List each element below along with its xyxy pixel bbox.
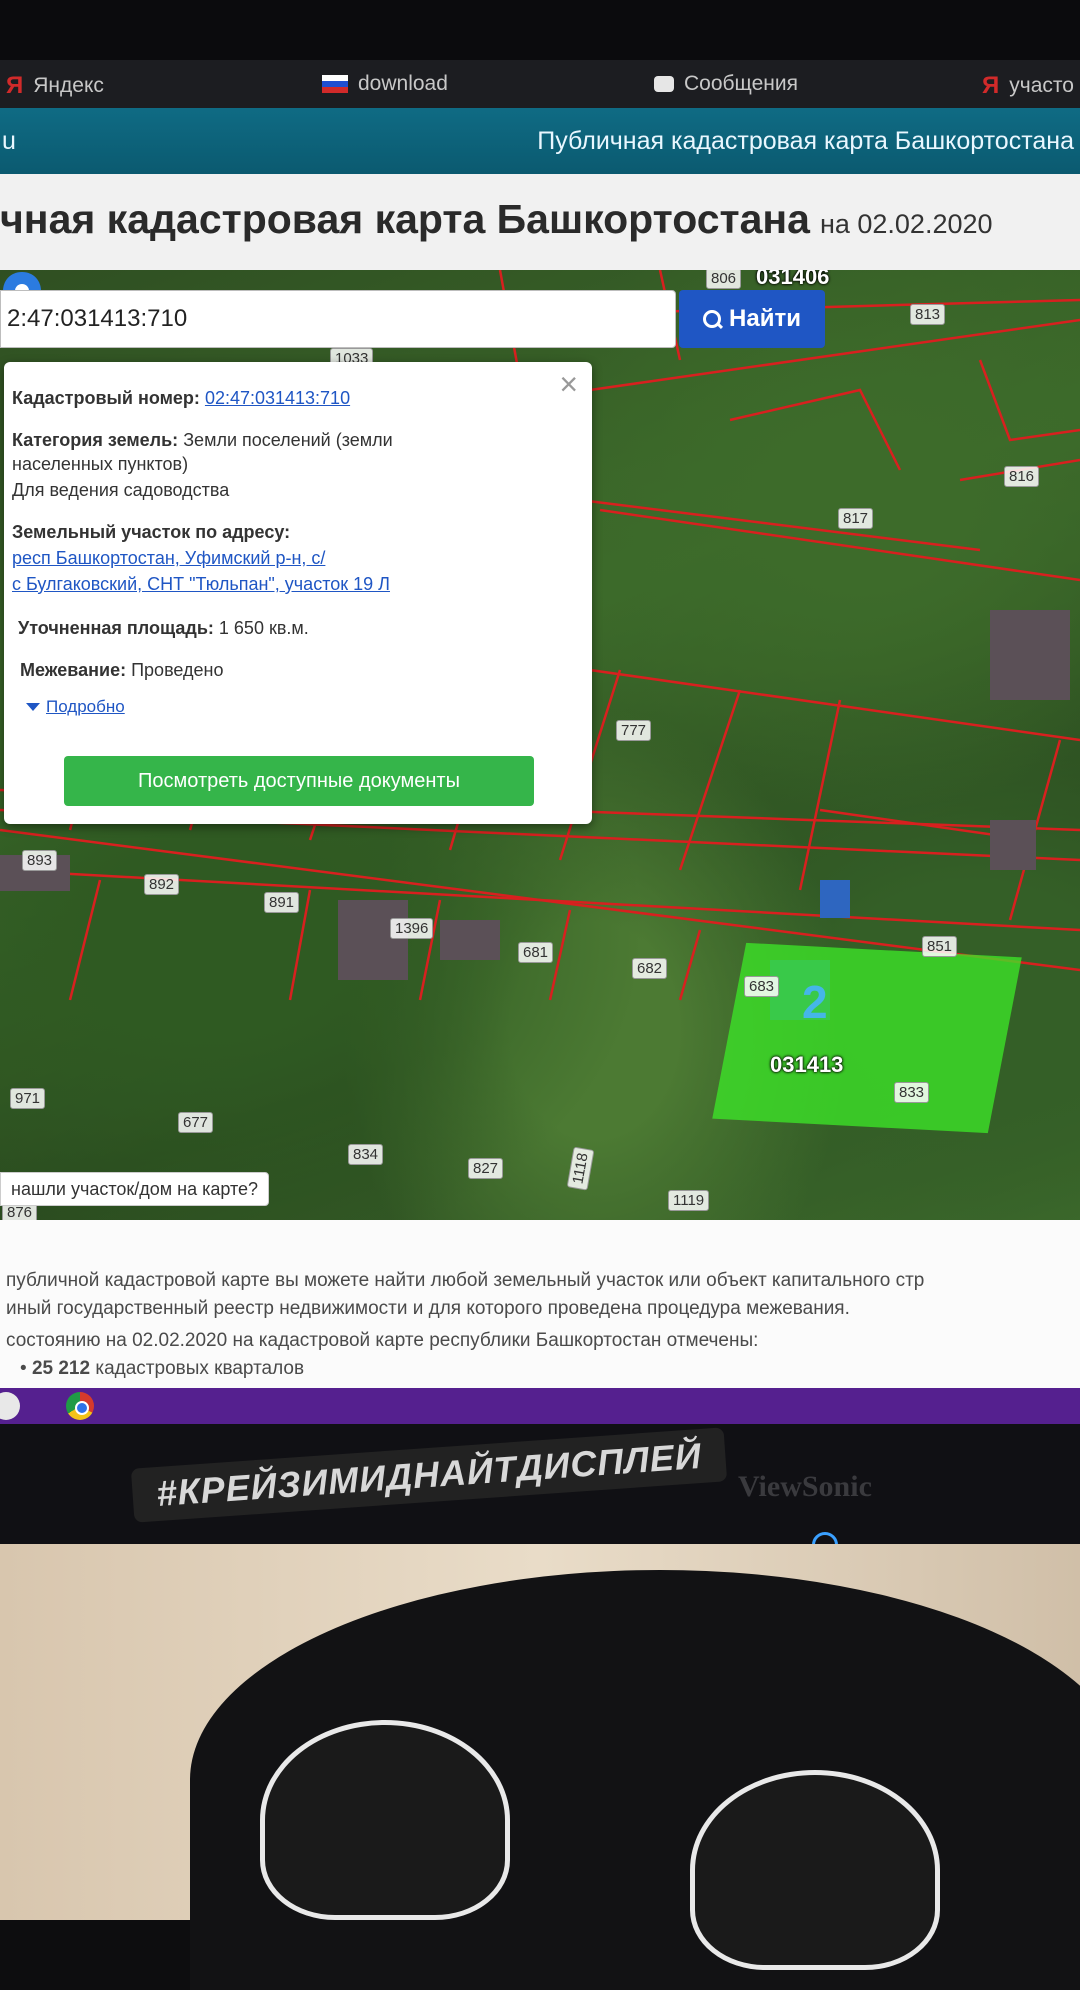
caret-down-icon xyxy=(26,703,40,712)
area-label: Уточненная площадь: xyxy=(18,618,214,638)
plot-label[interactable]: 816 xyxy=(1004,466,1040,487)
bookmark-yandex[interactable]: Я Яндекс xyxy=(6,72,104,100)
quarter-label: 031406 xyxy=(756,270,830,289)
bookmark-label: Яндекс xyxy=(33,74,104,97)
plot-label[interactable]: 833 xyxy=(894,1082,930,1103)
yandex-icon: Я xyxy=(982,72,1000,99)
plot-label[interactable]: 1396 xyxy=(390,918,434,939)
page-title: чная кадастровая карта Башкортостана на 0… xyxy=(0,196,993,243)
area-value: 1 650 кв.м. xyxy=(218,618,309,638)
bookmark-label: download xyxy=(358,72,448,95)
address-label-text: Земельный участок по адресу: xyxy=(12,522,291,542)
search-button[interactable]: Найти xyxy=(679,290,825,348)
helmet-sticker-icon xyxy=(260,1720,510,1920)
info-bullet: • 25 212 кадастровых кварталов xyxy=(20,1358,305,1379)
land-category-row: Категория земель: Земли поселений (земли xyxy=(12,428,393,452)
address-link-1[interactable]: респ Башкортостан, Уфимский р-н, с/ xyxy=(12,548,325,568)
plot-label[interactable]: 891 xyxy=(264,892,300,913)
survey-label: Межевание: xyxy=(20,660,127,680)
monitor-brand: ViewSonic xyxy=(738,1470,872,1503)
taskbar xyxy=(0,1388,1080,1424)
site-header: u Публичная кадастровая карта Башкортост… xyxy=(0,108,1080,174)
bookmark-label: участо xyxy=(1009,74,1074,97)
land-usage: Для ведения садоводства xyxy=(12,480,230,500)
quarters-text: кадастровых кварталов xyxy=(95,1358,305,1379)
info-section: публичной кадастровой карте вы можете на… xyxy=(0,1220,1080,1388)
land-category-label: Категория земель: xyxy=(12,430,179,450)
plot-label[interactable]: 892 xyxy=(144,874,180,895)
house-roof xyxy=(990,610,1070,700)
plot-label[interactable]: 893 xyxy=(22,850,58,871)
site-name[interactable]: Публичная кадастровая карта Башкортостан… xyxy=(537,127,1074,156)
house-roof xyxy=(990,820,1036,870)
details-link[interactable]: Подробно xyxy=(26,694,125,719)
cadastral-number-link[interactable]: 02:47:031413:710 xyxy=(205,388,350,408)
yandex-icon: Я xyxy=(6,72,24,99)
plot-info-popup: × Кадастровый номер: 02:47:031413:710 Ка… xyxy=(4,362,592,824)
plot-label[interactable]: 813 xyxy=(910,304,946,325)
survey-row: Межевание: Проведено xyxy=(20,658,224,682)
plot-label[interactable]: 817 xyxy=(838,508,874,529)
yandex-browser-icon[interactable] xyxy=(0,1392,20,1420)
plot-label[interactable]: 851 xyxy=(922,936,958,957)
area-row: Уточненная площадь: 1 650 кв.м. xyxy=(18,616,309,640)
found-plot-prompt[interactable]: нашли участок/дом на карте? xyxy=(0,1172,270,1206)
quarter-label: 031413 xyxy=(770,1052,844,1077)
quarters-count: 25 212 xyxy=(31,1358,91,1379)
chrome-icon[interactable] xyxy=(66,1392,94,1420)
info-line: состоянию на 02.02.2020 на кадастровой к… xyxy=(6,1330,759,1351)
close-icon[interactable]: × xyxy=(559,368,578,400)
site-logo-fragment[interactable]: u xyxy=(2,127,16,156)
details-link-text[interactable]: Подробно xyxy=(46,697,125,716)
page-title-bar: чная кадастровая карта Башкортостана на 0… xyxy=(0,174,1080,275)
selected-plot[interactable] xyxy=(712,942,1022,1134)
address-label: Земельный участок по адресу: xyxy=(12,520,290,544)
selected-plot-number: 2 xyxy=(802,976,828,1028)
address-line-2: с Булгаковский, СНТ "Тюльпан", участок 1… xyxy=(12,572,390,596)
house-roof xyxy=(440,920,500,960)
land-category-value: Земли поселений (земли xyxy=(183,430,393,450)
bookmark-messages[interactable]: Сообщения xyxy=(654,72,798,96)
plot-label[interactable]: 827 xyxy=(468,1158,504,1179)
message-icon xyxy=(654,76,674,92)
house-roof xyxy=(338,900,408,980)
plot-label[interactable]: 834 xyxy=(348,1144,384,1165)
cadastral-number-row: Кадастровый номер: 02:47:031413:710 xyxy=(12,386,350,410)
cadastral-number-label: Кадастровый номер: xyxy=(12,388,200,408)
view-documents-button[interactable]: Посмотреть доступные документы xyxy=(64,756,534,806)
address-line-1: респ Башкортостан, Уфимский р-н, с/ xyxy=(12,546,325,570)
monitor-bezel-top xyxy=(0,0,1080,60)
page-date: на 02.02.2020 xyxy=(819,209,993,239)
land-category-value-cont: населенных пунктов) xyxy=(12,454,189,474)
survey-value: Проведено xyxy=(131,660,224,680)
search-button-label: Найти xyxy=(729,305,801,332)
plot-label[interactable]: 806 xyxy=(706,270,742,289)
bookmark-label: Сообщения xyxy=(684,72,798,95)
plot-label[interactable]: 683 xyxy=(744,976,780,997)
bookmarks-bar: Я Яндекс download Сообщения Я участо xyxy=(0,60,1080,108)
plot-label[interactable]: 681 xyxy=(518,942,554,963)
plot-label[interactable]: 971 xyxy=(10,1088,46,1109)
page-title-text: чная кадастровая карта Башкортостана xyxy=(0,196,810,242)
info-line: публичной кадастровой карте вы можете на… xyxy=(6,1270,925,1291)
plot-label[interactable]: 682 xyxy=(632,958,668,979)
helmet-sticker-icon xyxy=(690,1770,940,1970)
plot-label[interactable]: 677 xyxy=(178,1112,214,1133)
flag-icon xyxy=(322,75,348,93)
cadastral-search-input[interactable] xyxy=(0,290,676,348)
bookmark-download[interactable]: download xyxy=(322,72,448,96)
address-link-2[interactable]: с Булгаковский, СНТ "Тюльпан", участок 1… xyxy=(12,574,390,594)
search-icon xyxy=(703,310,722,328)
plot-label[interactable]: 1119 xyxy=(668,1190,710,1211)
plot-label[interactable]: 777 xyxy=(616,720,652,741)
info-line: иный государственный реестр недвижимости… xyxy=(6,1298,850,1319)
house-roof-blue xyxy=(820,880,850,918)
bookmark-plot[interactable]: Я участо xyxy=(982,72,1074,100)
